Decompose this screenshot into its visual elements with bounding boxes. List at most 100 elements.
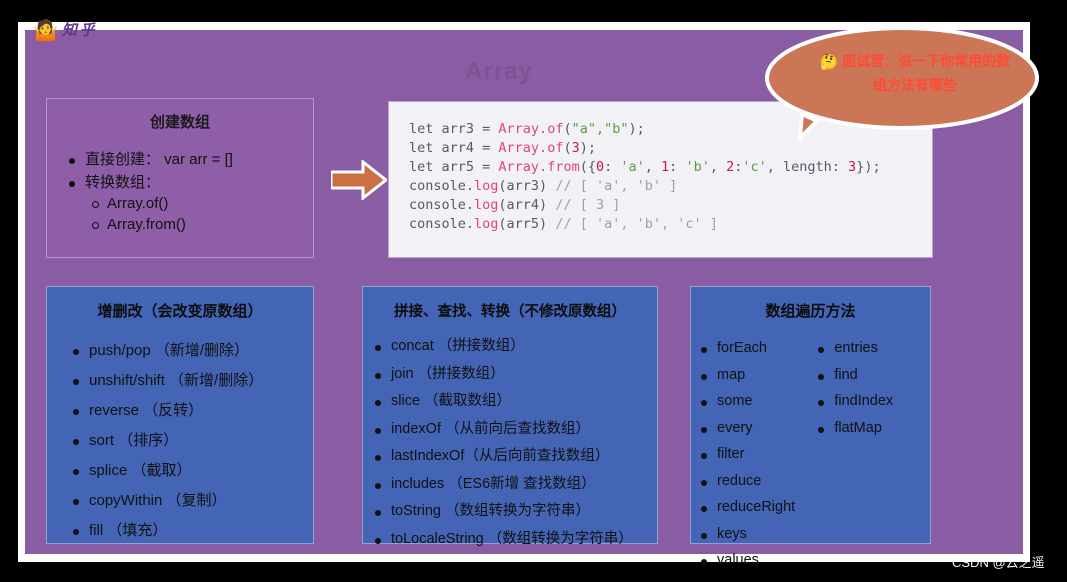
code-token: log bbox=[474, 216, 499, 232]
list-item-label: lastIndexOf（从后向前查找数组） bbox=[391, 448, 610, 464]
code-token: 'b' bbox=[685, 159, 710, 175]
list-item: lastIndexOf（从后向前查找数组） bbox=[375, 448, 657, 464]
list-item-label: toString （数组转换为字符串） bbox=[391, 503, 590, 519]
card-nonmutating-methods-title: 拼接、查找、转换（不修改原数组） bbox=[394, 304, 626, 320]
card-mutating-methods-list: push/pop （新增/删除） unshift/shift （新增/删除） rev… bbox=[73, 342, 313, 539]
code-token: log bbox=[474, 178, 499, 194]
card-mutating-methods-title: 增删改（会改变原数组） bbox=[97, 303, 263, 320]
list-item-label: reduceRight bbox=[717, 499, 796, 515]
card-iteration-methods-list-left: forEach map some every filter reduce reduceRig… bbox=[700, 341, 820, 580]
code-token: , bbox=[709, 159, 727, 175]
list-item: push/pop （新增/删除） bbox=[73, 342, 313, 359]
list-item: reverse （反转） bbox=[73, 402, 313, 419]
list-item-label: find bbox=[834, 366, 858, 383]
code-token: // [ 'a', 'b' ] bbox=[555, 178, 678, 194]
list-item-label: splice （截取） bbox=[89, 462, 192, 479]
speech-bubble-line1: 面试官：说一下你常用的数 bbox=[842, 53, 1011, 69]
list-item: every bbox=[700, 419, 820, 436]
logo-person-icon: 🤷 bbox=[33, 20, 58, 42]
list-item-label: findIndex bbox=[834, 393, 894, 409]
thinking-face-icon: 🤔 bbox=[819, 54, 839, 71]
code-token: = bbox=[482, 159, 499, 175]
code-token: Array.of bbox=[498, 121, 564, 137]
list-item-label: concat （拼接数组） bbox=[391, 338, 525, 354]
card-create-array-title: 创建数组 bbox=[149, 114, 210, 131]
list-item: Array.from() bbox=[92, 216, 313, 233]
list-item: some bbox=[700, 393, 820, 409]
code-token: (arr3) bbox=[498, 178, 556, 194]
list-item-label: indexOf （从前向后查找数组） bbox=[391, 420, 590, 437]
code-token: ); bbox=[628, 121, 645, 137]
list-item: join （拼接数组） bbox=[375, 366, 657, 382]
code-token: ); bbox=[579, 140, 596, 156]
list-item: map bbox=[700, 367, 820, 383]
list-item: keys bbox=[700, 526, 820, 542]
list-item-label: toLocaleString （数组转换为字符串） bbox=[391, 530, 633, 547]
code-token: : bbox=[604, 159, 621, 175]
list-item-label: every bbox=[717, 419, 753, 436]
code-token: : bbox=[669, 159, 686, 175]
list-item-label: entries bbox=[834, 340, 878, 356]
list-item: filter bbox=[700, 446, 820, 462]
code-token: let arr4 bbox=[409, 140, 483, 156]
list-item: splice （截取） bbox=[73, 462, 313, 479]
code-token: 3 bbox=[848, 159, 857, 175]
code-token: }); bbox=[856, 159, 881, 175]
code-token: 1 bbox=[661, 159, 670, 175]
code-token: Array.of bbox=[498, 140, 564, 156]
list-item-label: push/pop （新增/删除） bbox=[89, 342, 250, 359]
code-token: = bbox=[482, 140, 499, 156]
code-token: ( bbox=[563, 121, 572, 137]
list-item-label: fill （填充） bbox=[89, 522, 168, 539]
card-mutating-methods: 增删改（会改变原数组） push/pop （新增/删除） unshift/shif… bbox=[46, 286, 314, 544]
code-token: let arr5 bbox=[409, 159, 483, 175]
code-token: 2 bbox=[726, 159, 735, 175]
card-iteration-methods: 数组遍历方法 forEach map some every filter reduce re… bbox=[690, 286, 931, 567]
list-item: copyWithin （复制） bbox=[73, 493, 313, 508]
card-create-array: 创建数组 直接创建： var arr = [] 转换数组： Array.of()… bbox=[46, 98, 314, 258]
code-token: , bbox=[644, 159, 662, 175]
code-token: console. bbox=[409, 216, 475, 232]
list-item-label: some bbox=[717, 393, 753, 409]
list-item-label: Array.of() bbox=[107, 195, 169, 212]
speech-bubble-text: 🤔 面试官：说一下你常用的数 组方法有哪些 bbox=[790, 50, 1040, 96]
code-token: = bbox=[482, 121, 499, 137]
list-item-label: reverse （反转） bbox=[89, 402, 204, 419]
zhihu-logo: 🤷 知 乎 bbox=[33, 20, 95, 42]
list-item: 直接创建： var arr = [] bbox=[69, 152, 313, 167]
card-nonmutating-methods-list: concat （拼接数组） join （拼接数组） slice （截取数组） inde… bbox=[375, 338, 657, 547]
code-block: let arr3 = Array.of("a","b"); let arr4 =… bbox=[388, 101, 933, 258]
list-item: includes （ES6新增 查找数组） bbox=[375, 476, 657, 492]
code-token: "a","b" bbox=[571, 121, 629, 137]
code-token: 'c' bbox=[742, 159, 767, 175]
list-item: toLocaleString （数组转换为字符串） bbox=[375, 530, 657, 547]
list-item: find bbox=[818, 366, 930, 383]
code-token: 'a' bbox=[620, 159, 645, 175]
list-item-label: values bbox=[717, 552, 759, 568]
list-item-label: filter bbox=[717, 446, 745, 462]
list-item: flatMap bbox=[818, 419, 930, 436]
list-item: indexOf （从前向后查找数组） bbox=[375, 420, 657, 437]
code-token: Array.from bbox=[498, 159, 580, 175]
slide-canvas: 🤷 知 乎 Array 创建数组 直接创建： var arr = [] 转换数组… bbox=[0, 0, 1067, 582]
list-item: forEach bbox=[700, 341, 820, 356]
card-iteration-methods-list-right: entries find findIndex flatMap bbox=[818, 340, 930, 580]
list-item-label: 转换数组： bbox=[85, 174, 161, 191]
code-token: 3 bbox=[571, 140, 580, 156]
code-token: let arr3 bbox=[409, 121, 483, 137]
list-item-label: flatMap bbox=[834, 419, 882, 436]
list-item: fill （填充） bbox=[73, 522, 313, 539]
code-token: (arr5) bbox=[498, 216, 556, 232]
speech-bubble-line2: 组方法有哪些 bbox=[873, 77, 957, 93]
list-item: Array.of() bbox=[92, 195, 313, 212]
code-content: let arr3 = Array.of("a","b"); let arr4 =… bbox=[389, 102, 932, 234]
list-item: slice （截取数组） bbox=[375, 394, 657, 409]
list-item-label: reduce bbox=[717, 472, 762, 489]
list-item: entries bbox=[818, 340, 930, 356]
card-create-array-sublist: Array.of() Array.from() bbox=[92, 195, 313, 233]
card-iteration-methods-title: 数组遍历方法 bbox=[765, 303, 856, 320]
code-token: , length: bbox=[766, 159, 849, 175]
code-token: // [ 'a', 'b', 'c' ] bbox=[555, 216, 718, 232]
list-item-label: Array.from() bbox=[107, 216, 186, 233]
code-token: log bbox=[474, 197, 499, 213]
